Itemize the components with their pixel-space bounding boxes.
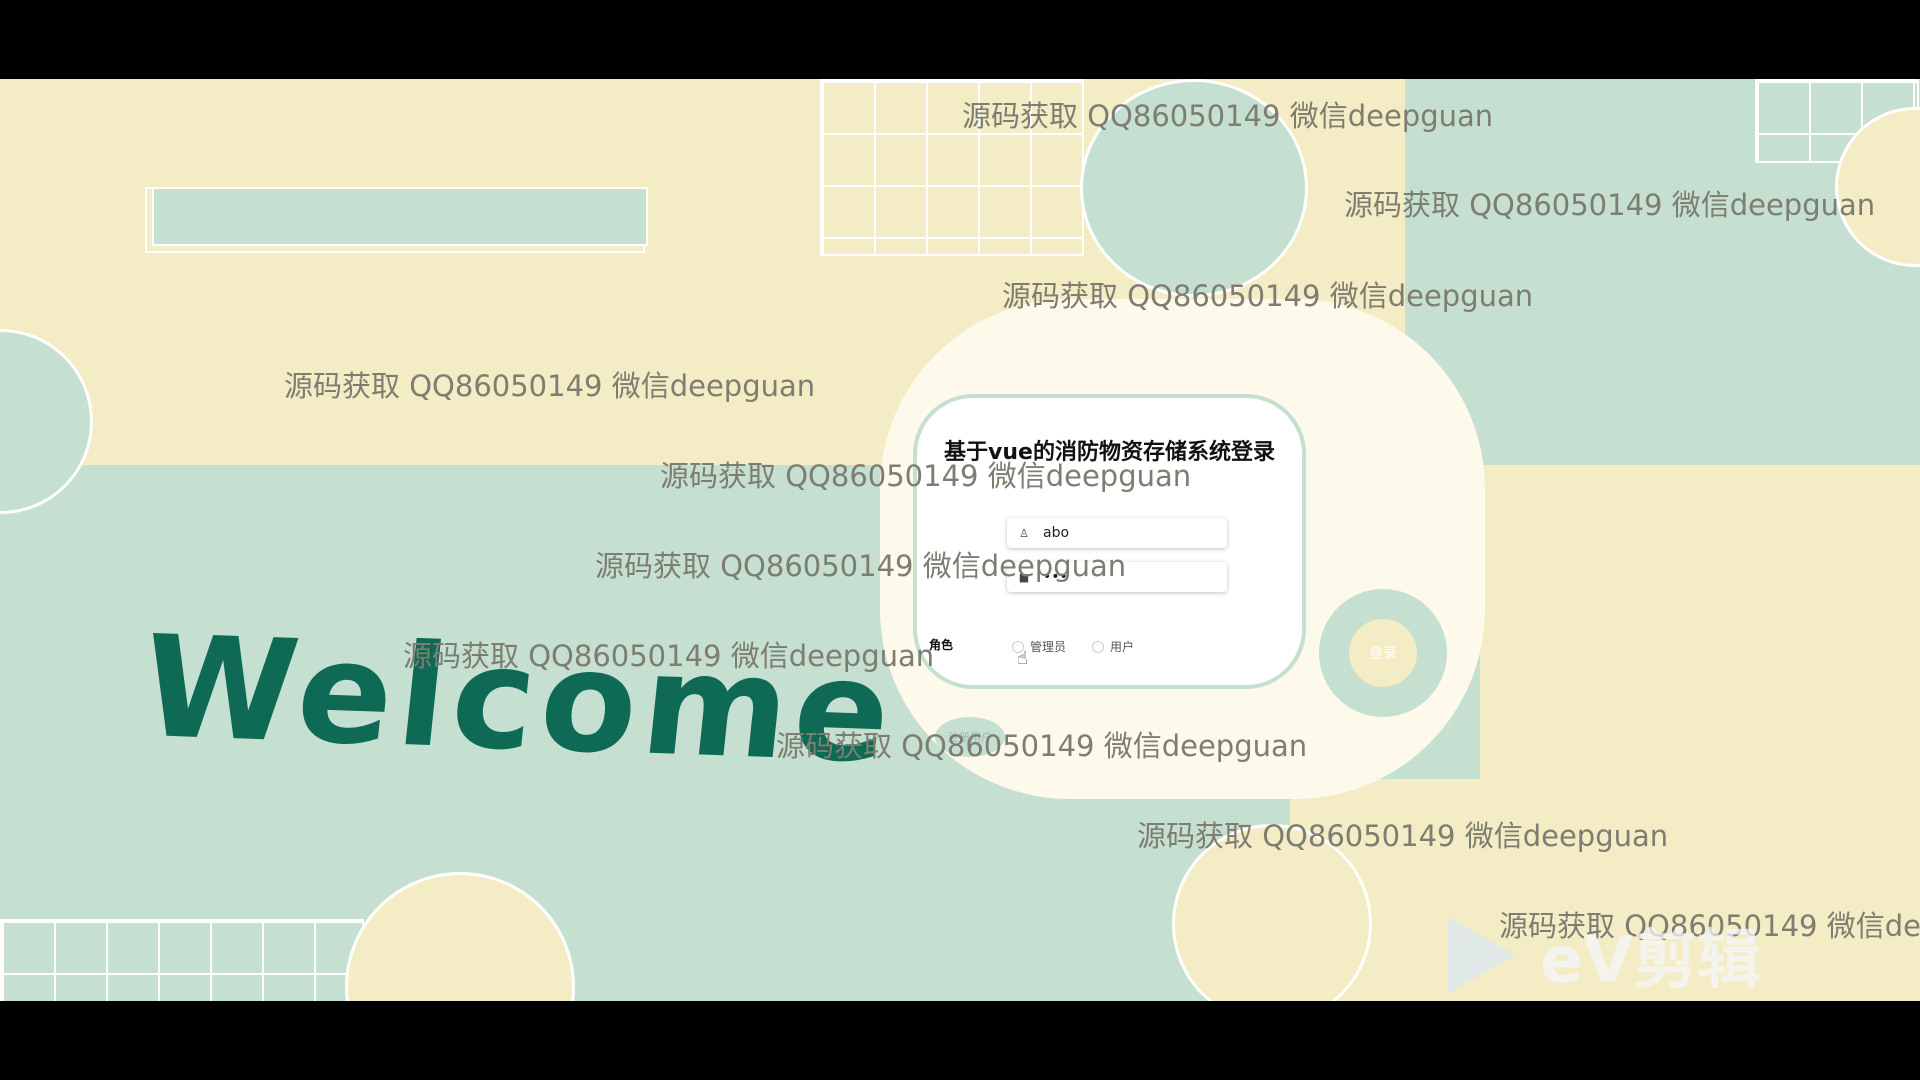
bar-decoration-front [152, 187, 648, 246]
watermark: 源码获取 QQ86050149 微信deepguan [595, 549, 1127, 583]
username-input[interactable] [1041, 524, 1205, 542]
watermark: 源码获取 QQ86050149 微信deepguan [284, 369, 816, 403]
play-icon [1448, 917, 1516, 993]
login-button[interactable]: 登录 [1349, 619, 1417, 687]
watermark: 源码获取 QQ86050149 微信deepguan [1002, 279, 1534, 313]
role-option-label: 用户 [1110, 640, 1135, 654]
grid-decoration-bottom-left [0, 919, 364, 1001]
ev-logo-text: eV剪辑 [1540, 924, 1761, 998]
role-option-label: 管理员 [1030, 640, 1067, 654]
watermark: 源码获取 QQ86050149 微信deepguan [403, 639, 935, 673]
watermark: 源码获取 QQ86050149 微信deepguan [962, 99, 1494, 133]
hand-pointer-icon: ☝ [1017, 648, 1028, 669]
circle-decoration-bottom [345, 872, 575, 1001]
role-option-user[interactable]: 用户 [1092, 638, 1134, 655]
watermark: 源码获取 QQ86050149 微信deepguan [1344, 188, 1876, 222]
user-icon: ♙ [1019, 526, 1029, 540]
ev-logo: eV剪辑 [1448, 909, 1761, 1001]
watermark: 源码获取 QQ86050149 微信deepguan [660, 459, 1192, 493]
watermark: 源码获取 QQ86050149 微信deepguan [776, 729, 1308, 763]
watermark: 源码获取 QQ86050149 微信deepguan [1137, 819, 1669, 853]
radio-circle[interactable] [1092, 640, 1104, 653]
background-stage: Welcome 基于vue的消防物资存储系统登录 ♙ ■ 角色 管理员 用户 ☝… [0, 79, 1920, 1001]
login-card: 基于vue的消防物资存储系统登录 ♙ ■ 角色 管理员 用户 ☝ [913, 394, 1306, 689]
